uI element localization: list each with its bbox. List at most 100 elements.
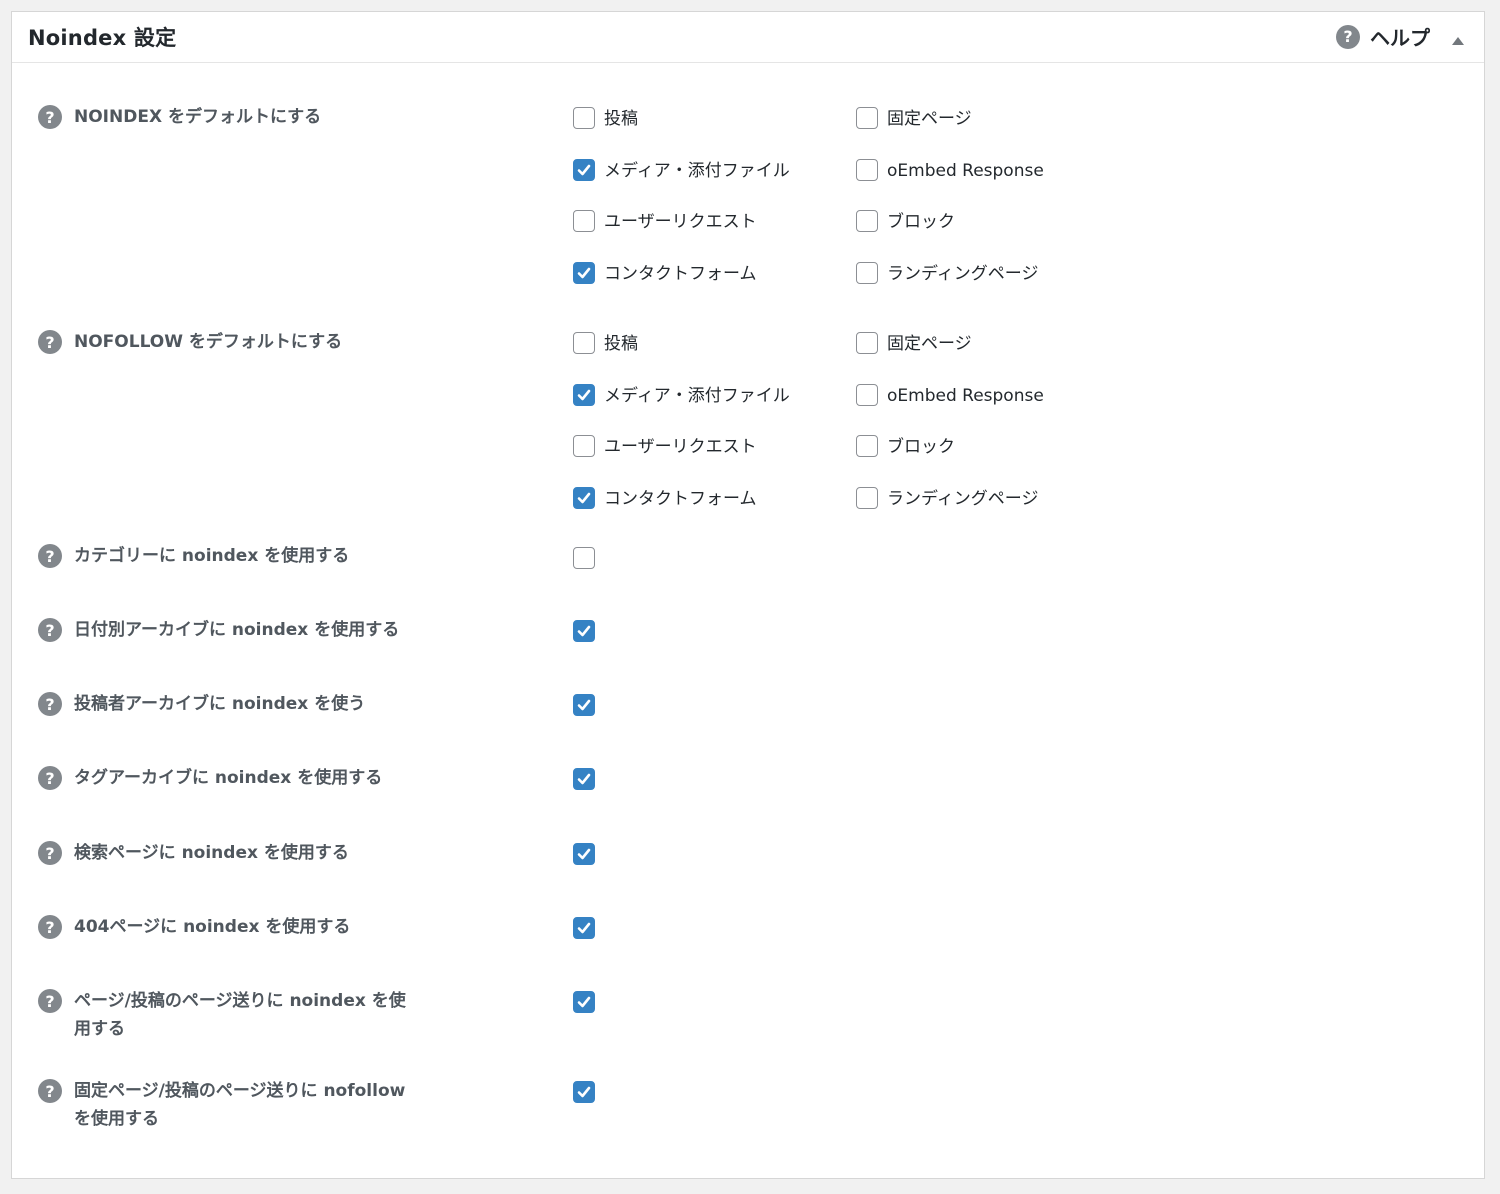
setting-label: 404ページに noindex を使用する bbox=[74, 917, 351, 937]
question-circle-icon[interactable]: ? bbox=[38, 989, 62, 1013]
setting-label-wrap: ? 日付別アーカイブに noindex を使用する bbox=[38, 618, 458, 644]
question-circle-icon[interactable]: ? bbox=[38, 766, 62, 790]
checkbox-label: 投稿 bbox=[604, 334, 638, 354]
nofollow-default-label-wrap: ? NOFOLLOW をデフォルトにする bbox=[38, 330, 448, 356]
checkbox-unchecked[interactable] bbox=[856, 383, 878, 406]
checkbox-unchecked[interactable] bbox=[856, 486, 878, 509]
question-circle-icon[interactable]: ? bbox=[38, 915, 62, 939]
checkbox-checked[interactable] bbox=[573, 158, 595, 181]
checkbox-label: oEmbed Response bbox=[887, 385, 1044, 406]
checkmark-icon bbox=[577, 389, 591, 400]
checkbox-label: ユーザーリクエスト bbox=[604, 437, 757, 457]
setting-label: 日付別アーカイブに noindex を使用する bbox=[74, 620, 400, 640]
checkbox-label: 固定ページ bbox=[887, 109, 972, 129]
setting-label-wrap: ? タグアーカイブに noindex を使用する bbox=[38, 766, 458, 792]
setting-label-wrap: ? カテゴリーに noindex を使用する bbox=[38, 544, 458, 570]
checkbox-option[interactable]: メディア・添付ファイル bbox=[573, 383, 790, 407]
collapse-toggle-icon[interactable] bbox=[1452, 37, 1464, 45]
checkbox-option[interactable]: 固定ページ bbox=[856, 331, 972, 355]
checkbox-label: ユーザーリクエスト bbox=[604, 212, 757, 232]
setting-label: 検索ページに noindex を使用する bbox=[74, 843, 349, 863]
checkbox-option[interactable]: oEmbed Response bbox=[856, 158, 1044, 182]
checkbox-unchecked[interactable] bbox=[573, 332, 595, 354]
checkbox-checked[interactable] bbox=[573, 261, 595, 284]
checkmark-icon bbox=[577, 267, 591, 278]
setting-label: ページ/投稿のページ送りに noindex を使用する bbox=[74, 991, 406, 1039]
checkbox-label: ブロック bbox=[887, 212, 955, 232]
question-circle-icon[interactable]: ? bbox=[38, 692, 62, 716]
question-circle-icon: ? bbox=[1336, 24, 1360, 49]
question-circle-icon[interactable]: ? bbox=[38, 618, 62, 642]
checkbox-unchecked[interactable] bbox=[856, 332, 878, 354]
checkbox-option[interactable]: コンタクトフォーム bbox=[573, 486, 757, 510]
checkbox-option[interactable]: 固定ページ bbox=[856, 106, 972, 130]
question-circle-icon[interactable]: ? bbox=[38, 105, 62, 129]
panel-header: Noindex 設定 ? ヘルプ bbox=[12, 12, 1484, 63]
checkbox-option[interactable]: 投稿 bbox=[573, 106, 638, 130]
question-circle-icon[interactable]: ? bbox=[38, 841, 62, 865]
checkmark-icon bbox=[577, 848, 591, 860]
checkbox-option[interactable]: ユーザーリクエスト bbox=[573, 434, 757, 458]
setting-label-wrap: ? 404ページに noindex を使用する bbox=[38, 915, 458, 941]
setting-label-wrap: ? 検索ページに noindex を使用する bbox=[38, 841, 458, 867]
setting-label: タグアーカイブに noindex を使用する bbox=[74, 768, 383, 788]
checkmark-icon bbox=[577, 625, 591, 637]
checkbox-checked[interactable] bbox=[573, 917, 595, 939]
checkbox-label: 固定ページ bbox=[887, 334, 972, 354]
checkbox-option[interactable]: ユーザーリクエスト bbox=[573, 209, 757, 233]
checkbox-label: コンタクトフォーム bbox=[604, 488, 757, 509]
setting-label-wrap: ? ページ/投稿のページ送りに noindex を使用する bbox=[38, 989, 408, 1043]
checkbox-checked[interactable] bbox=[573, 694, 595, 716]
checkbox-label: メディア・添付ファイル bbox=[604, 160, 790, 181]
checkbox-option[interactable]: ブロック bbox=[856, 434, 955, 458]
checkbox-unchecked[interactable] bbox=[573, 547, 595, 569]
noindex-settings-panel: Noindex 設定 ? ヘルプ ? NOINDEX をデフォルトにする 投稿固… bbox=[11, 11, 1485, 1179]
checkbox-unchecked[interactable] bbox=[573, 107, 595, 129]
checkbox-label: メディア・添付ファイル bbox=[604, 385, 790, 406]
checkmark-icon bbox=[577, 699, 591, 711]
checkmark-icon bbox=[577, 773, 591, 785]
checkbox-option[interactable]: コンタクトフォーム bbox=[573, 261, 757, 285]
setting-label: カテゴリーに noindex を使用する bbox=[74, 546, 350, 566]
checkbox-unchecked[interactable] bbox=[573, 435, 595, 457]
checkmark-icon bbox=[577, 922, 591, 934]
checkbox-unchecked[interactable] bbox=[573, 210, 595, 232]
checkbox-label: 投稿 bbox=[604, 109, 638, 129]
nofollow-default-label: NOFOLLOW をデフォルトにする bbox=[74, 332, 343, 352]
checkbox-option[interactable]: ブロック bbox=[856, 209, 955, 233]
noindex-default-label: NOINDEX をデフォルトにする bbox=[74, 107, 322, 127]
checkbox-label: oEmbed Response bbox=[887, 160, 1044, 181]
checkmark-icon bbox=[577, 996, 591, 1008]
setting-label-wrap: ? 投稿者アーカイブに noindex を使う bbox=[38, 692, 458, 718]
checkbox-checked[interactable] bbox=[573, 620, 595, 642]
checkbox-unchecked[interactable] bbox=[856, 435, 878, 457]
setting-label-wrap: ? 固定ページ/投稿のページ送りに nofollow を使用する bbox=[38, 1079, 408, 1133]
checkbox-option[interactable]: oEmbed Response bbox=[856, 383, 1044, 407]
checkbox-checked[interactable] bbox=[573, 383, 595, 406]
checkbox-checked[interactable] bbox=[573, 991, 595, 1013]
checkbox-checked[interactable] bbox=[573, 843, 595, 865]
checkbox-label: ブロック bbox=[887, 437, 955, 457]
checkmark-icon bbox=[577, 164, 591, 175]
setting-label: 固定ページ/投稿のページ送りに nofollow を使用する bbox=[74, 1081, 406, 1129]
help-button[interactable]: ? ヘルプ bbox=[1336, 22, 1430, 51]
checkbox-checked[interactable] bbox=[573, 1081, 595, 1103]
checkbox-label: コンタクトフォーム bbox=[604, 263, 757, 284]
checkmark-icon bbox=[577, 492, 591, 503]
checkbox-unchecked[interactable] bbox=[856, 107, 878, 129]
checkbox-unchecked[interactable] bbox=[856, 210, 878, 232]
checkbox-unchecked[interactable] bbox=[856, 261, 878, 284]
checkbox-option[interactable]: メディア・添付ファイル bbox=[573, 158, 790, 182]
checkbox-option[interactable]: 投稿 bbox=[573, 331, 638, 355]
checkbox-checked[interactable] bbox=[573, 486, 595, 509]
setting-label: 投稿者アーカイブに noindex を使う bbox=[74, 694, 366, 714]
question-circle-icon[interactable]: ? bbox=[38, 330, 62, 354]
checkbox-option[interactable]: ランディングページ bbox=[856, 486, 1038, 510]
checkbox-unchecked[interactable] bbox=[856, 158, 878, 181]
question-circle-icon[interactable]: ? bbox=[38, 544, 62, 568]
checkbox-option[interactable]: ランディングページ bbox=[856, 261, 1038, 285]
checkbox-checked[interactable] bbox=[573, 768, 595, 790]
noindex-default-label-wrap: ? NOINDEX をデフォルトにする bbox=[38, 105, 448, 131]
checkbox-label: ランディングページ bbox=[887, 488, 1039, 509]
question-circle-icon[interactable]: ? bbox=[38, 1079, 62, 1103]
